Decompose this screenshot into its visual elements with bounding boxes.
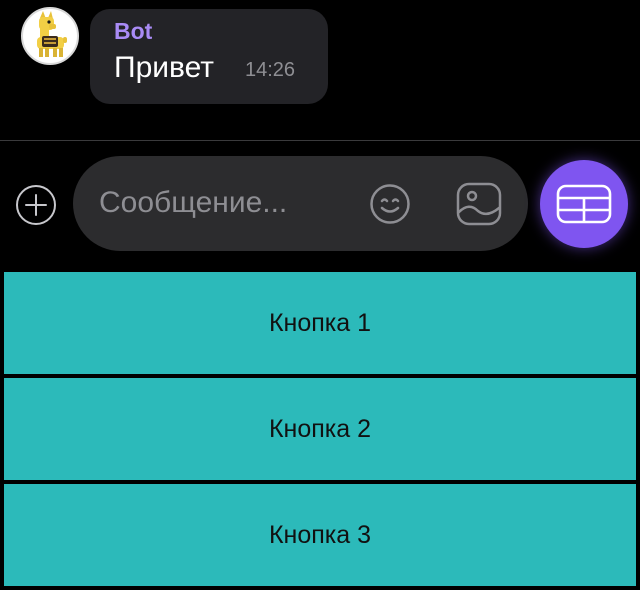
message-text: Привет	[114, 51, 215, 84]
message-bubble[interactable]: Bot Привет 14:26	[90, 9, 328, 104]
message-input-placeholder: Сообщение...	[99, 186, 288, 219]
attach-button[interactable]	[15, 184, 57, 226]
reply-button-2[interactable]: Кнопка 2	[4, 378, 636, 480]
message-time: 14:26	[245, 59, 296, 81]
message-sender[interactable]: Bot	[114, 20, 152, 43]
message-input[interactable]: Сообщение...	[73, 156, 528, 251]
keyboard-grid-icon	[556, 184, 612, 224]
reply-keyboard: Кнопка 1 Кнопка 2 Кнопка 3	[0, 268, 640, 590]
llama-mascot-icon	[37, 11, 67, 57]
smiley-icon	[370, 184, 410, 224]
emoji-button[interactable]	[369, 183, 411, 225]
bot-keyboard-button[interactable]	[540, 160, 628, 248]
reply-button-1[interactable]: Кнопка 1	[4, 272, 636, 374]
chat-area: Bot Привет 14:26	[0, 0, 640, 140]
image-icon	[456, 182, 502, 226]
reply-button-3[interactable]: Кнопка 3	[4, 484, 636, 586]
plus-circle-icon	[16, 185, 56, 225]
bot-avatar[interactable]	[21, 7, 79, 65]
image-button[interactable]	[456, 182, 502, 226]
composer-bar: Сообщение...	[0, 141, 640, 268]
